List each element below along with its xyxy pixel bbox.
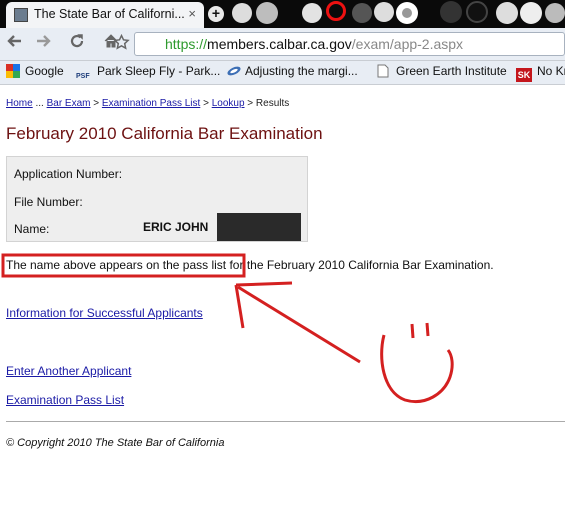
arrow-head-bottom [234, 284, 245, 329]
arrow-head-top [235, 281, 293, 287]
smiley-mouth [380, 334, 454, 403]
arrow-shaft [237, 285, 361, 364]
smiley-right-eye [425, 322, 430, 337]
highlight-box [1, 253, 246, 278]
annotation-overlay [1, 253, 454, 403]
smiley-left-eye [410, 323, 415, 339]
